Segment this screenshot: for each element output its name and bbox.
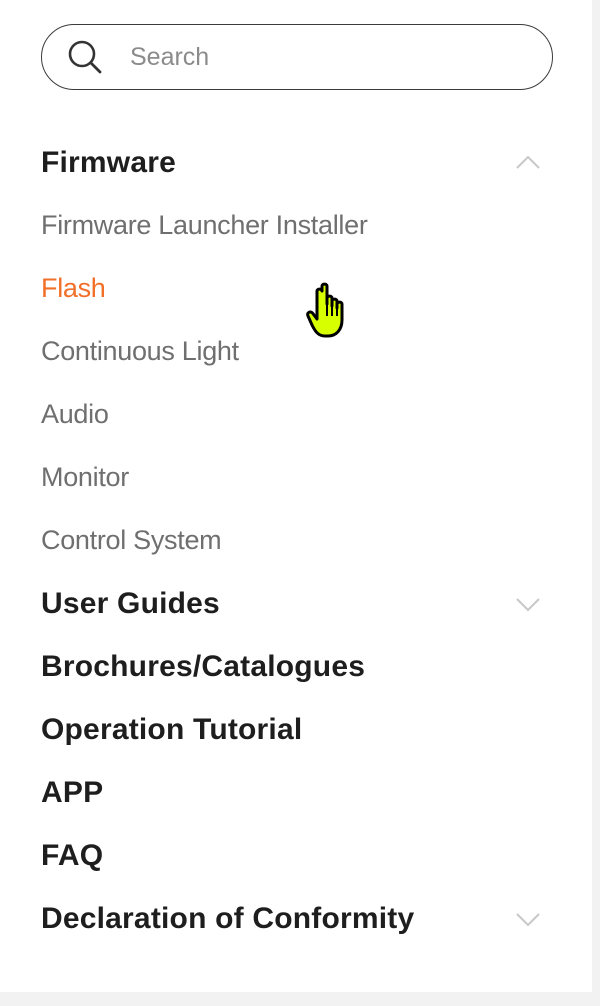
section-title: Declaration of Conformity — [41, 901, 415, 935]
section-title: Operation Tutorial — [41, 712, 303, 746]
category-menu: Firmware Firmware Launcher Installer Fla… — [41, 131, 541, 950]
section-title: Firmware — [41, 145, 176, 179]
section-firmware[interactable]: Firmware — [41, 131, 541, 194]
search-icon[interactable] — [66, 38, 104, 76]
section-title: Brochures/Catalogues — [41, 649, 366, 683]
chevron-up-icon[interactable] — [515, 151, 541, 175]
downloads-sidebar: Firmware Firmware Launcher Installer Fla… — [0, 0, 600, 1006]
search-box[interactable] — [41, 24, 553, 90]
search-input[interactable] — [128, 41, 512, 73]
chevron-down-icon[interactable] — [515, 592, 541, 616]
section-operation-tutorial[interactable]: Operation Tutorial — [41, 698, 541, 761]
scroll-edge — [592, 0, 600, 1006]
section-app[interactable]: APP — [41, 761, 541, 824]
section-title: FAQ — [41, 838, 104, 872]
menu-item-control-system[interactable]: Control System — [41, 509, 541, 572]
footer-band — [0, 992, 600, 1006]
section-faq[interactable]: FAQ — [41, 824, 541, 887]
section-brochures-catalogues[interactable]: Brochures/Catalogues — [41, 635, 541, 698]
section-user-guides[interactable]: User Guides — [41, 572, 541, 635]
section-title: User Guides — [41, 586, 220, 620]
menu-item-flash[interactable]: Flash — [41, 257, 541, 320]
hand-cursor-icon — [306, 282, 344, 338]
section-title: APP — [41, 775, 104, 809]
section-declaration-of-conformity[interactable]: Declaration of Conformity — [41, 887, 541, 950]
menu-item-monitor[interactable]: Monitor — [41, 446, 541, 509]
menu-item-audio[interactable]: Audio — [41, 383, 541, 446]
chevron-down-icon[interactable] — [515, 907, 541, 931]
menu-item-continuous-light[interactable]: Continuous Light — [41, 320, 541, 383]
menu-item-firmware-launcher-installer[interactable]: Firmware Launcher Installer — [41, 194, 541, 257]
